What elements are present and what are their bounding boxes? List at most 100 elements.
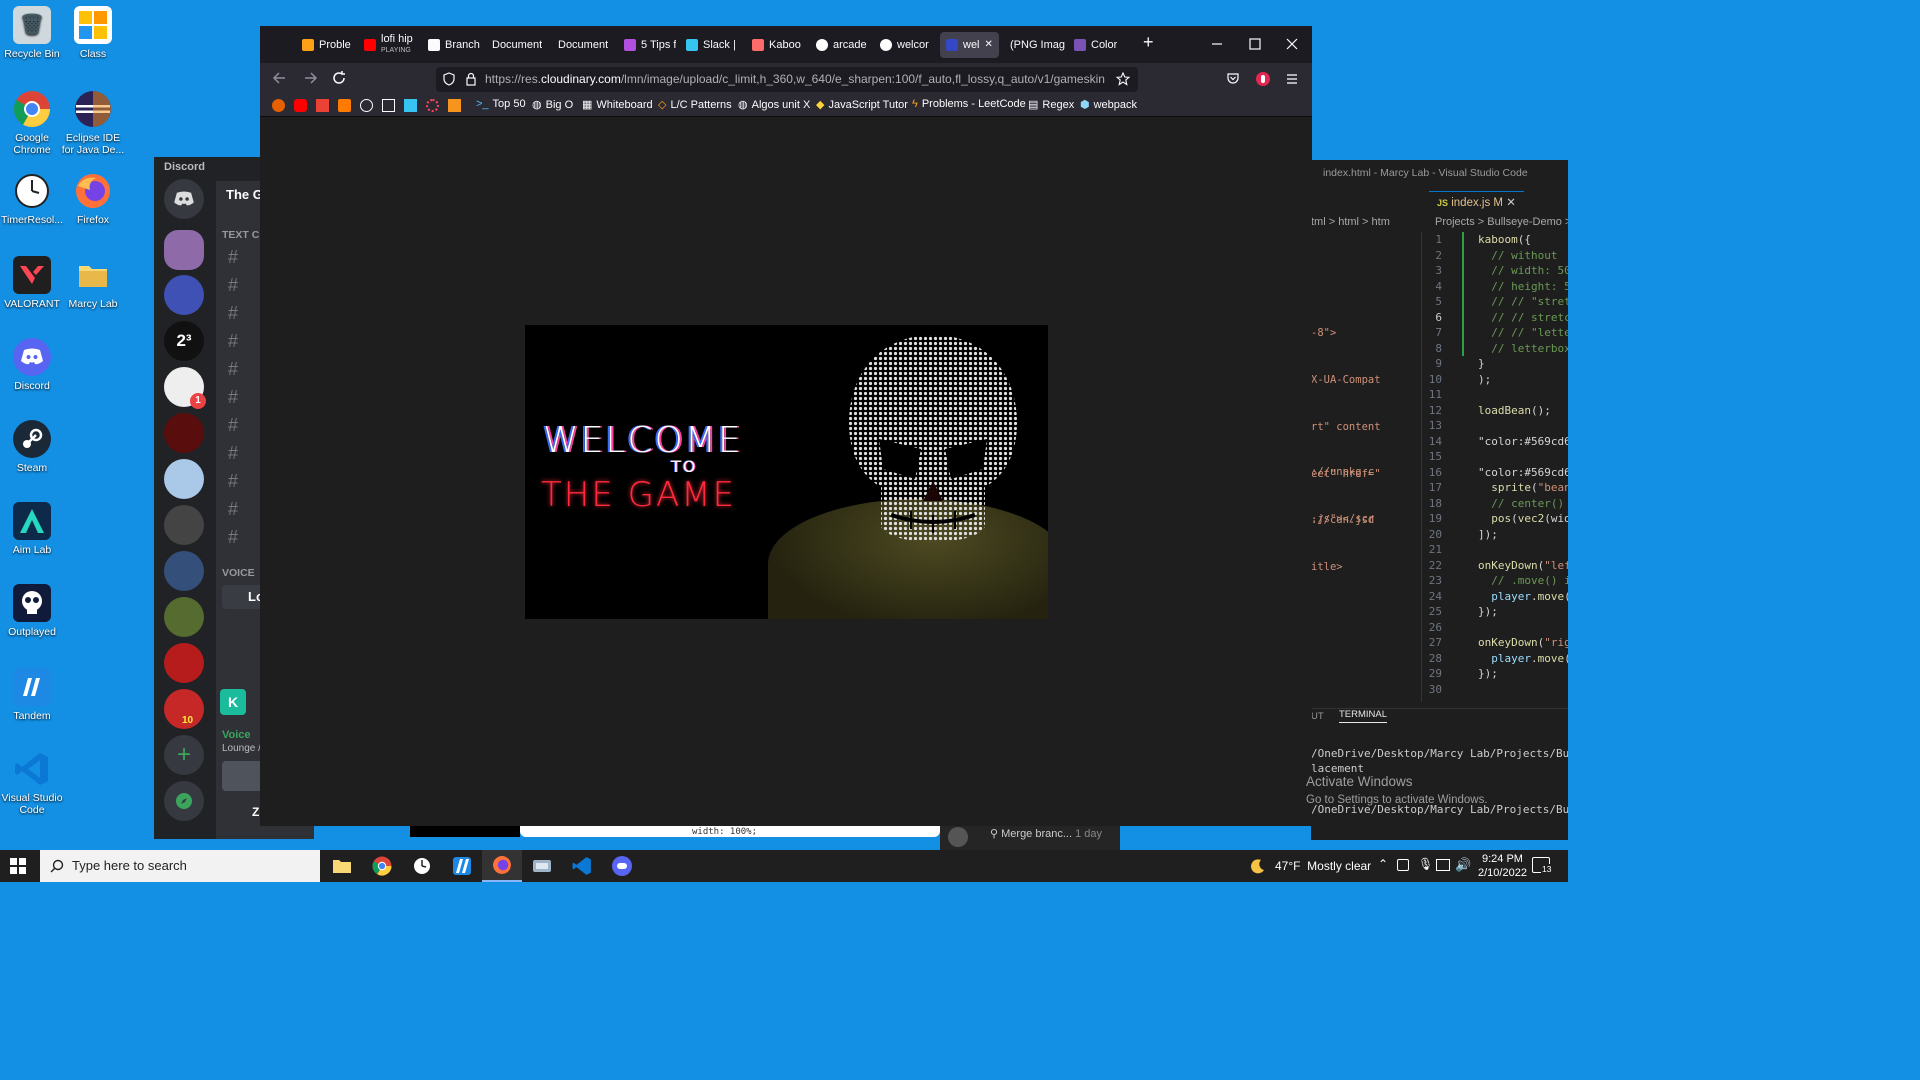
volume-icon[interactable]: 🔊 [1455, 857, 1471, 873]
shield-icon[interactable] [442, 72, 456, 86]
channel-hash-icon[interactable]: # [228, 499, 238, 520]
reload-button[interactable] [331, 70, 347, 91]
bookmark-javascript-tutor[interactable]: ◆ JavaScript Tutor [816, 98, 908, 112]
taskbar-file-explorer[interactable] [322, 850, 362, 882]
code-line[interactable]: 3 // width: 50 [1422, 263, 1568, 279]
browser-tab[interactable]: Color [1074, 32, 1117, 58]
server-icon[interactable]: 1 [164, 367, 206, 409]
desktop-icon-timerresolution[interactable]: TimerResol... [0, 172, 64, 226]
code-line[interactable]: 20]); [1422, 527, 1568, 543]
channel-hash-icon[interactable]: # [228, 303, 238, 324]
terminal-tab[interactable]: TERMINAL [1339, 709, 1388, 723]
output-tab[interactable]: UT [1311, 711, 1324, 722]
desktop-icon-eclipse[interactable]: Eclipse IDE for Java De... [61, 90, 125, 156]
new-tab-button[interactable]: + [1143, 32, 1154, 53]
forward-button[interactable] [302, 70, 318, 91]
channel-hash-icon[interactable]: # [228, 359, 238, 380]
maximize-button[interactable] [1248, 37, 1262, 51]
desktop-icon-valorant[interactable]: VALORANT [0, 256, 64, 310]
close-tab-icon[interactable]: ✕ [1506, 197, 1516, 209]
server-icon[interactable]: 2³ [164, 321, 204, 361]
server-icon[interactable] [164, 275, 204, 315]
browser-tab[interactable]: Branch [428, 32, 480, 58]
desktop-icon-outplayed[interactable]: Outplayed [0, 584, 64, 638]
discord-home-button[interactable] [164, 179, 204, 219]
code-line[interactable]: 29}); [1422, 666, 1568, 682]
browser-tab[interactable]: (PNG Imag [1010, 32, 1065, 58]
text-channels-category[interactable]: TEXT C [222, 229, 259, 241]
welcome-to-the-game-image[interactable]: WELCOME TO THE GAME [525, 325, 1048, 619]
code-line[interactable]: 27 onKeyDown("rig [1422, 635, 1568, 651]
browser-tab[interactable]: welcor [880, 32, 929, 58]
server-icon[interactable] [164, 643, 204, 683]
desktop-icon-marcy-lab[interactable]: Marcy Lab [61, 256, 125, 310]
editor-tab-index-js[interactable]: JS index.js M ✕ [1429, 191, 1524, 215]
extension-icon[interactable] [1255, 71, 1271, 87]
taskbar-vscode[interactable] [562, 850, 602, 882]
back-button[interactable] [272, 70, 288, 91]
bookmark-leetcode-problems[interactable]: ϟ Problems - LeetCode [912, 98, 1026, 110]
bb-bookmark-icon[interactable] [382, 99, 395, 112]
code-line[interactable]: 21 [1422, 542, 1568, 558]
browser-tab[interactable]: 5 Tips f [624, 32, 676, 58]
code-line[interactable]: 4 // height: 50 [1422, 279, 1568, 295]
soundcloud-bookmark-icon[interactable] [338, 99, 351, 112]
start-button[interactable] [10, 858, 26, 879]
code-line[interactable]: 2 // without [1422, 248, 1568, 264]
desktop-icon-recycle-bin[interactable]: 🗑 Recycle Bin [0, 6, 64, 60]
taskbar-chrome[interactable] [362, 850, 402, 882]
server-icon[interactable] [164, 551, 204, 591]
bookmark-top-50[interactable]: >_ Top 50 [476, 98, 526, 110]
code-line[interactable]: 24 player.move( [1422, 589, 1568, 605]
channel-hash-icon[interactable]: # [228, 527, 238, 548]
bookmark-regex[interactable]: ▤ Regex [1028, 98, 1074, 112]
browser-tab[interactable]: Document [558, 32, 608, 58]
channel-hash-icon[interactable]: # [228, 415, 238, 436]
globe-bookmark-icon[interactable] [360, 99, 373, 112]
video-button[interactable] [222, 761, 262, 791]
server-icon[interactable] [164, 459, 204, 499]
gmail-bookmark-icon[interactable] [316, 99, 329, 112]
weather-widget[interactable]: 47°F Mostly clear [1275, 859, 1371, 873]
url-bar[interactable]: https://res.cloudinary.com/lmn/image/upl… [436, 67, 1138, 92]
channel-hash-icon[interactable]: # [228, 443, 238, 464]
js-code-editor[interactable]: 1 kaboom({2 // without 3 // width: 50 4 // … [1421, 232, 1568, 702]
gear-icon[interactable] [948, 827, 968, 847]
channel-hash-icon[interactable]: # [228, 387, 238, 408]
code-line[interactable]: 7 // // "lette [1422, 325, 1568, 341]
browser-tab[interactable]: Slack | [686, 32, 736, 58]
server-icon[interactable] [164, 413, 204, 453]
code-line[interactable]: 11 [1422, 387, 1568, 403]
browser-tab[interactable]: Document [492, 32, 542, 58]
hexagon-bookmark-icon[interactable] [448, 99, 461, 112]
star-icon[interactable] [1116, 72, 1130, 86]
taskbar-discord[interactable] [602, 850, 642, 882]
desktop-icon-chrome[interactable]: Google Chrome [0, 90, 64, 156]
network-icon[interactable] [1436, 859, 1450, 871]
firefox-bookmark-icon[interactable] [272, 99, 285, 112]
code-line[interactable]: 30 [1422, 682, 1568, 698]
channel-hash-icon[interactable]: # [228, 247, 238, 268]
circle-bookmark-icon[interactable] [426, 99, 439, 112]
desktop-icon-discord[interactable]: Discord [0, 338, 64, 392]
bookmark-big-o[interactable]: ◍ Big O [532, 98, 573, 112]
browser-tab[interactable]: Proble [302, 32, 351, 58]
user-avatar[interactable]: K [220, 689, 246, 715]
code-line[interactable]: 13 [1422, 418, 1568, 434]
code-line[interactable]: 14 "color:#569cd6">const SPEED = [1422, 434, 1568, 450]
minimize-button[interactable] [1210, 37, 1224, 51]
close-window-button[interactable] [1285, 37, 1299, 51]
taskbar-tandem[interactable] [442, 850, 482, 882]
code-line[interactable]: 8 // letterbox [1422, 341, 1568, 357]
youtube-bookmark-icon[interactable] [294, 99, 307, 112]
taskbar-firefox[interactable] [482, 850, 522, 882]
channel-hash-icon[interactable]: # [228, 471, 238, 492]
slack-bookmark-icon[interactable] [404, 99, 417, 112]
code-line[interactable]: 9} [1422, 356, 1568, 372]
bookmark-algos-unit-x[interactable]: ◍ Algos unit X [738, 98, 810, 112]
code-line[interactable]: 15 [1422, 449, 1568, 465]
desktop-icon-firefox[interactable]: Firefox [61, 172, 125, 226]
code-line[interactable]: 17 sprite("bean [1422, 480, 1568, 496]
code-line[interactable]: 19 pos(vec2(wid [1422, 511, 1568, 527]
close-tab-icon[interactable]: ✕ [985, 32, 993, 58]
